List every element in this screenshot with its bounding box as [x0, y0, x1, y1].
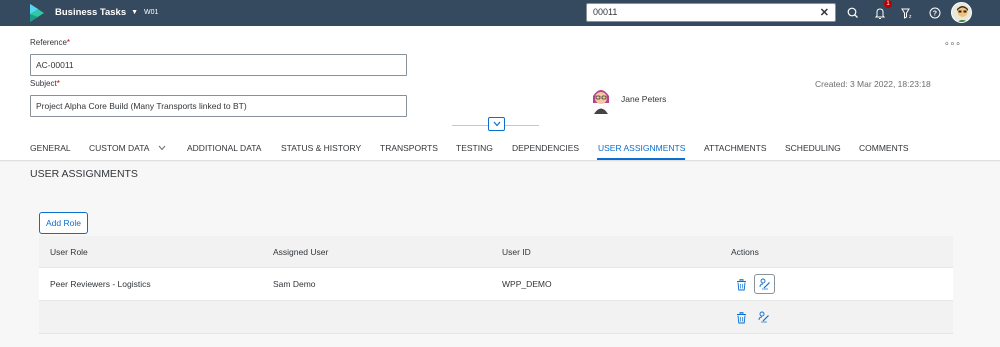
header-shadow: [0, 160, 1000, 162]
help-icon[interactable]: ?: [928, 6, 942, 20]
tab-general[interactable]: GENERAL: [30, 143, 71, 153]
assigned-user-cell: Sam Demo: [273, 279, 316, 289]
tab-comments[interactable]: COMMENTS: [859, 143, 909, 153]
column-header-user-role: User Role: [50, 247, 88, 257]
notification-badge: 1: [884, 0, 892, 8]
tab-transports[interactable]: TRANSPORTS: [380, 143, 438, 153]
edit-user-icon: [759, 278, 770, 290]
tab-scheduling[interactable]: SCHEDULING: [785, 143, 841, 153]
tab-custom-data[interactable]: CUSTOM DATA: [89, 143, 166, 153]
subject-field[interactable]: Project Alpha Core Build (Many Transport…: [30, 95, 407, 117]
search-icon[interactable]: [846, 6, 860, 20]
tab-bar: GENERAL CUSTOM DATA ADDITIONAL DATA STAT…: [0, 139, 1000, 160]
tab-additional-data[interactable]: ADDITIONAL DATA: [187, 143, 261, 153]
overflow-menu-button[interactable]: ∘∘∘: [944, 38, 961, 49]
shell-bar: Business Tasks ▼ W01 ✕ 1 z ?: [0, 0, 1000, 26]
tab-user-assignments[interactable]: USER ASSIGNMENTS: [598, 143, 685, 153]
app-title: Business Tasks: [55, 7, 127, 18]
section-title: USER ASSIGNMENTS: [30, 168, 138, 180]
svg-text:?: ?: [933, 11, 937, 18]
chevron-down-icon: [158, 145, 166, 151]
person-name: Jane Peters: [621, 94, 667, 104]
filter-icon[interactable]: z: [900, 6, 914, 20]
edit-assignment-button[interactable]: [754, 274, 775, 294]
tab-attachments[interactable]: ATTACHMENTS: [704, 143, 767, 153]
object-header: Reference* AC-00011 Subject* Project Alp…: [0, 26, 1000, 160]
reference-label: Reference*: [30, 38, 71, 47]
table-header: User Role Assigned User User ID Actions: [39, 236, 953, 268]
tab-testing[interactable]: TESTING: [456, 143, 493, 153]
tab-dependencies[interactable]: DEPENDENCIES: [512, 143, 579, 153]
close-icon[interactable]: ✕: [820, 6, 829, 19]
add-role-button[interactable]: Add Role: [39, 212, 88, 234]
edit-user-icon[interactable]: [758, 311, 770, 323]
subject-label: Subject*: [30, 79, 60, 88]
column-header-user-id: User ID: [502, 247, 531, 257]
person-avatar: [593, 90, 609, 114]
user-id-cell: WPP_DEMO: [502, 279, 552, 289]
search-input[interactable]: [593, 7, 813, 17]
table-row[interactable]: [39, 301, 953, 334]
user-avatar[interactable]: [951, 2, 972, 23]
user-assignments-table: User Role Assigned User User ID Actions …: [39, 236, 953, 334]
bell-icon[interactable]: [873, 6, 887, 20]
tab-status-history[interactable]: STATUS & HISTORY: [281, 143, 361, 153]
reference-field[interactable]: AC-00011: [30, 54, 407, 76]
created-timestamp: Created: 3 Mar 2022, 18:23:18: [815, 79, 931, 89]
search-box: ✕: [586, 3, 836, 22]
delete-icon[interactable]: [736, 279, 747, 291]
table-row[interactable]: Peer Reviewers - Logistics Sam Demo WPP_…: [39, 268, 953, 301]
chevron-down-icon: [493, 121, 500, 127]
column-header-assigned-user: Assigned User: [273, 247, 329, 257]
column-header-actions: Actions: [731, 247, 759, 257]
sap-logo-icon[interactable]: [30, 4, 44, 22]
app-subtitle: W01: [144, 9, 159, 16]
svg-text:z: z: [909, 14, 912, 20]
delete-icon[interactable]: [736, 312, 747, 324]
chevron-down-icon: ▼: [131, 9, 139, 16]
collapse-header-button[interactable]: [488, 117, 505, 131]
user-role-cell: Peer Reviewers - Logistics: [50, 279, 151, 289]
app-title-menu[interactable]: Business Tasks ▼: [55, 7, 138, 18]
